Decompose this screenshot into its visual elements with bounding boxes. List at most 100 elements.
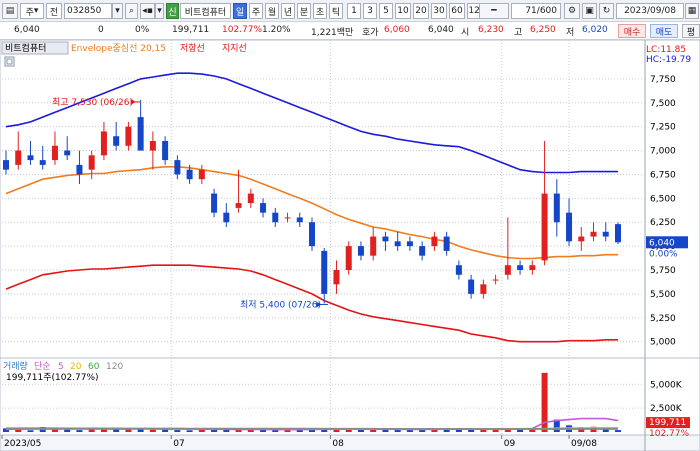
interval-button[interactable]: 20 [413,3,429,19]
quote-info-row: 6,040 0 0% 199,711 102.77% 1.20% 1,221백만… [0,22,700,40]
save-icon: ▣ [585,6,594,16]
candle-body [517,265,524,270]
sound-button[interactable]: ◂▪ [140,3,155,19]
eval-label: 평 [686,27,696,38]
period-label: 분 [299,7,309,18]
menu-button[interactable]: ▤ [2,3,18,19]
turnover-rate: 1.20% [262,25,291,35]
candle-body [174,160,181,175]
period-button[interactable]: 일 [233,3,247,19]
y-tick-label: 6,250 [650,218,676,228]
candle-body [357,246,364,256]
y-tick-label: 7,250 [650,123,676,133]
search-icon: ⌕ [128,6,135,16]
candle-body [345,246,352,270]
volume-bar [174,430,181,432]
period-label: 월 [267,7,277,18]
interval-button[interactable]: 3 [363,3,377,19]
candle-body [223,212,230,223]
open-price: 6,230 [478,25,504,35]
period-button[interactable]: 월 [265,3,279,19]
count-input[interactable]: 71/600 [511,3,561,19]
period-button[interactable]: 분 [297,3,311,19]
candle-body [113,136,120,146]
code-input[interactable]: 032850 [64,3,112,19]
y-tick-label: 7,000 [650,147,676,157]
market-select[interactable]: 주 ▾ [20,3,44,19]
candle-body [186,169,193,180]
legend-envelope: Envelope중심선 20,15 [71,43,166,54]
period-button[interactable]: 년 [281,3,295,19]
stock-name: 비트컴퓨터 [184,7,227,18]
candle-body [137,117,144,151]
candle-body [431,236,438,247]
y-tick-label: 5,000 [650,338,676,348]
candle-body [321,250,328,294]
buy-button[interactable]: 매수 [618,24,646,38]
period-label: 초 [315,7,325,18]
calendar-button[interactable]: ▦ [685,3,699,19]
candle-body [578,236,585,242]
ruler-icon: ━ [491,6,497,16]
volume-panel [0,357,700,436]
candle-body [27,155,34,161]
candle-body [125,126,132,146]
menu-icon: ▤ [5,6,15,16]
gear-icon: ⚙ [567,6,577,16]
save-button[interactable]: ▣ [582,3,597,19]
interval-button[interactable]: 30 [431,3,447,19]
low-annotation: 최저 5,400 (07/26) [240,299,321,310]
volume-tick-label: 2,500K [650,404,683,414]
period-label: 틱 [331,7,341,18]
volume-bar [76,430,83,432]
candle-body [590,231,597,237]
candle-body [455,265,462,275]
legend-resistance: 저항선 [180,43,205,54]
prev-button[interactable]: 전 [46,3,62,19]
candle-body [333,270,340,285]
interval-button[interactable]: 1 [347,3,361,19]
code-dropdown-button[interactable]: ▾ [112,3,123,19]
ruler-button[interactable]: ━ [479,3,509,19]
stock-chart[interactable]: 7,7507,5007,2507,0006,7506,5006,2506,000… [0,40,700,451]
sound-dropdown-button[interactable]: ▾ [155,3,164,19]
eval-button[interactable]: 평 [682,24,700,38]
interval-button[interactable]: 5 [379,3,393,19]
period-button[interactable]: 주 [249,3,263,19]
refresh-button[interactable]: ↻ [599,3,614,19]
volume-legend-ma: 60 [88,362,100,372]
volume-legend-title: 거래량 [3,360,28,372]
y-tick-label: 6,750 [650,170,676,180]
code-value: 032850 [67,6,102,16]
interval-label: 30 [433,6,445,16]
period-label: 일 [235,7,245,18]
candle-body [382,236,389,242]
period-button[interactable]: 틱 [329,3,343,19]
lc-label: LC:11.85 [646,45,686,55]
date-input[interactable]: 2023/09/08 [616,3,684,19]
candle-body [553,193,560,223]
high-label: 고 [514,28,523,38]
period-button[interactable]: 초 [313,3,327,19]
interval-button[interactable]: 10 [395,3,411,19]
volume-value: 199,711 [172,25,210,35]
interval-label: 1 [351,6,357,16]
sell-label: 매도 [655,27,673,38]
legend-stock-name: 비트컴퓨터 [5,42,46,54]
candle-body [39,160,46,165]
x-tick-label: 2023/05 [4,439,41,449]
y-tick-label: 7,750 [650,75,676,85]
x-tick-label: 08 [332,439,344,449]
trade-amount: 1,221백만 [311,28,354,38]
candle-body [198,169,205,180]
count-total: /600 [536,6,557,16]
interval-button[interactable]: 60 [449,3,465,19]
search-button[interactable]: ⌕ [125,3,138,19]
settings-button[interactable]: ⚙ [564,3,580,19]
speaker-icon: ◂▪ [142,6,153,16]
current-price: 6,040 [14,25,40,35]
candle-body [284,217,291,219]
sell-button[interactable]: 매도 [650,24,678,38]
ask-price: 6,060 [384,25,410,35]
stock-name-field: 비트컴퓨터 [180,3,231,19]
